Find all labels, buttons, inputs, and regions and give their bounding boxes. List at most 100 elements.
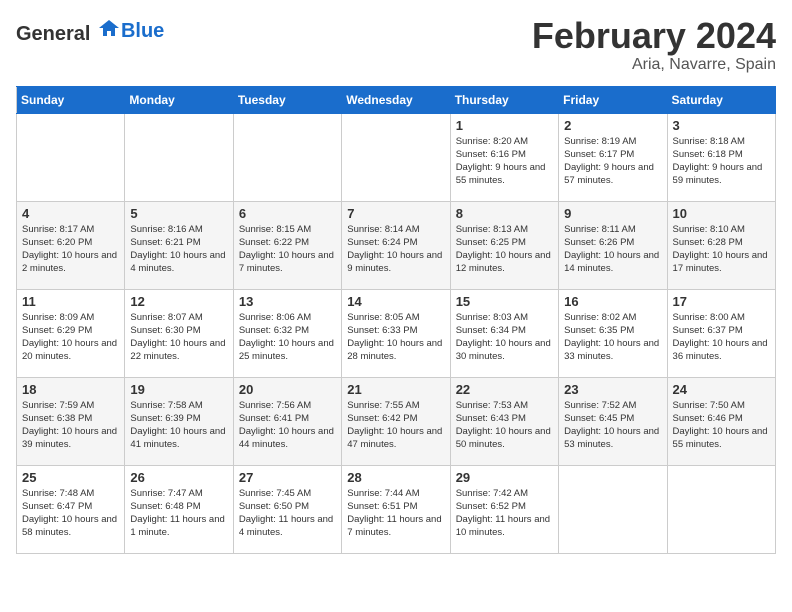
day-info: Sunrise: 8:07 AM Sunset: 6:30 PM Dayligh… xyxy=(130,311,227,364)
page-header: General Blue February 2024 Aria, Navarre… xyxy=(16,16,776,74)
day-info: Sunrise: 8:14 AM Sunset: 6:24 PM Dayligh… xyxy=(347,223,444,276)
calendar-cell: 2 Sunrise: 8:19 AM Sunset: 6:17 PM Daylig… xyxy=(559,113,667,201)
header-day-tuesday: Tuesday xyxy=(233,86,341,113)
calendar-cell: 7 Sunrise: 8:14 AM Sunset: 6:24 PM Daylig… xyxy=(342,201,450,289)
day-info: Sunrise: 8:00 AM Sunset: 6:37 PM Dayligh… xyxy=(673,311,770,364)
calendar-cell xyxy=(125,113,233,201)
calendar-cell: 19 Sunrise: 7:58 AM Sunset: 6:39 PM Dayli… xyxy=(125,377,233,465)
day-info: Sunrise: 8:11 AM Sunset: 6:26 PM Dayligh… xyxy=(564,223,661,276)
day-info: Sunrise: 8:19 AM Sunset: 6:17 PM Dayligh… xyxy=(564,135,661,188)
header-day-saturday: Saturday xyxy=(667,86,775,113)
day-info: Sunrise: 8:18 AM Sunset: 6:18 PM Dayligh… xyxy=(673,135,770,188)
day-info: Sunrise: 8:03 AM Sunset: 6:34 PM Dayligh… xyxy=(456,311,553,364)
month-year-title: February 2024 xyxy=(532,16,776,56)
day-number: 12 xyxy=(130,294,227,309)
day-info: Sunrise: 8:16 AM Sunset: 6:21 PM Dayligh… xyxy=(130,223,227,276)
day-number: 28 xyxy=(347,470,444,485)
day-number: 29 xyxy=(456,470,553,485)
day-number: 18 xyxy=(22,382,119,397)
day-number: 23 xyxy=(564,382,661,397)
location-subtitle: Aria, Navarre, Spain xyxy=(532,56,776,74)
calendar-cell: 27Sunrise: 7:45 AM Sunset: 6:50 PM Dayli… xyxy=(233,465,341,553)
day-info: Sunrise: 8:06 AM Sunset: 6:32 PM Dayligh… xyxy=(239,311,336,364)
calendar-cell: 28 Sunrise: 7:44 AM Sunset: 6:51 PM Dayli… xyxy=(342,465,450,553)
day-number: 17 xyxy=(673,294,770,309)
day-info: Sunrise: 7:53 AM Sunset: 6:43 PM Dayligh… xyxy=(456,399,553,452)
calendar-header-row: SundayMondayTuesdayWednesdayThursdayFrid… xyxy=(17,86,776,113)
calendar-cell: 11 Sunrise: 8:09 AM Sunset: 6:29 PM Dayli… xyxy=(17,289,125,377)
day-info: Sunrise: 8:13 AM Sunset: 6:25 PM Dayligh… xyxy=(456,223,553,276)
calendar-cell: 23 Sunrise: 7:52 AM Sunset: 6:45 PM Dayli… xyxy=(559,377,667,465)
calendar-table: SundayMondayTuesdayWednesdayThursdayFrid… xyxy=(16,86,776,554)
calendar-week-row: 18 Sunrise: 7:59 AM Sunset: 6:38 PM Dayli… xyxy=(17,377,776,465)
calendar-cell: 22 Sunrise: 7:53 AM Sunset: 6:43 PM Dayli… xyxy=(450,377,558,465)
day-number: 7 xyxy=(347,206,444,221)
logo-general: General xyxy=(16,23,90,45)
day-info: Sunrise: 7:44 AM Sunset: 6:51 PM Dayligh… xyxy=(347,487,444,540)
day-info: Sunrise: 7:55 AM Sunset: 6:42 PM Dayligh… xyxy=(347,399,444,452)
calendar-cell: 18 Sunrise: 7:59 AM Sunset: 6:38 PM Dayli… xyxy=(17,377,125,465)
day-number: 27 xyxy=(239,470,336,485)
day-number: 15 xyxy=(456,294,553,309)
calendar-cell: 26 Sunrise: 7:47 AM Sunset: 6:48 PM Dayli… xyxy=(125,465,233,553)
day-number: 3 xyxy=(673,118,770,133)
calendar-week-row: 1 Sunrise: 8:20 AM Sunset: 6:16 PM Daylig… xyxy=(17,113,776,201)
header-day-monday: Monday xyxy=(125,86,233,113)
header-day-wednesday: Wednesday xyxy=(342,86,450,113)
calendar-cell xyxy=(342,113,450,201)
day-number: 21 xyxy=(347,382,444,397)
logo: General Blue xyxy=(16,16,164,46)
day-number: 9 xyxy=(564,206,661,221)
day-number: 24 xyxy=(673,382,770,397)
calendar-week-row: 11 Sunrise: 8:09 AM Sunset: 6:29 PM Dayli… xyxy=(17,289,776,377)
day-number: 5 xyxy=(130,206,227,221)
day-info: Sunrise: 7:52 AM Sunset: 6:45 PM Dayligh… xyxy=(564,399,661,452)
day-info: Sunrise: 7:48 AM Sunset: 6:47 PM Dayligh… xyxy=(22,487,119,540)
logo-blue: Blue xyxy=(121,20,164,43)
calendar-cell: 15 Sunrise: 8:03 AM Sunset: 6:34 PM Dayli… xyxy=(450,289,558,377)
day-number: 4 xyxy=(22,206,119,221)
calendar-cell xyxy=(233,113,341,201)
header-day-thursday: Thursday xyxy=(450,86,558,113)
day-info: Sunrise: 8:20 AM Sunset: 6:16 PM Dayligh… xyxy=(456,135,553,188)
day-number: 14 xyxy=(347,294,444,309)
calendar-cell: 25Sunrise: 7:48 AM Sunset: 6:47 PM Dayli… xyxy=(17,465,125,553)
day-number: 8 xyxy=(456,206,553,221)
calendar-week-row: 4Sunrise: 8:17 AM Sunset: 6:20 PM Daylig… xyxy=(17,201,776,289)
calendar-cell: 10 Sunrise: 8:10 AM Sunset: 6:28 PM Dayli… xyxy=(667,201,775,289)
calendar-cell: 21 Sunrise: 7:55 AM Sunset: 6:42 PM Dayli… xyxy=(342,377,450,465)
calendar-cell: 17 Sunrise: 8:00 AM Sunset: 6:37 PM Dayli… xyxy=(667,289,775,377)
day-info: Sunrise: 8:05 AM Sunset: 6:33 PM Dayligh… xyxy=(347,311,444,364)
day-number: 6 xyxy=(239,206,336,221)
day-number: 11 xyxy=(22,294,119,309)
day-info: Sunrise: 7:59 AM Sunset: 6:38 PM Dayligh… xyxy=(22,399,119,452)
calendar-cell: 29Sunrise: 7:42 AM Sunset: 6:52 PM Dayli… xyxy=(450,465,558,553)
day-number: 16 xyxy=(564,294,661,309)
day-number: 19 xyxy=(130,382,227,397)
day-info: Sunrise: 7:47 AM Sunset: 6:48 PM Dayligh… xyxy=(130,487,227,540)
calendar-cell: 6Sunrise: 8:15 AM Sunset: 6:22 PM Daylig… xyxy=(233,201,341,289)
day-number: 22 xyxy=(456,382,553,397)
calendar-cell: 12 Sunrise: 8:07 AM Sunset: 6:30 PM Dayli… xyxy=(125,289,233,377)
calendar-cell: 3 Sunrise: 8:18 AM Sunset: 6:18 PM Daylig… xyxy=(667,113,775,201)
day-info: Sunrise: 7:50 AM Sunset: 6:46 PM Dayligh… xyxy=(673,399,770,452)
calendar-cell: 4Sunrise: 8:17 AM Sunset: 6:20 PM Daylig… xyxy=(17,201,125,289)
day-info: Sunrise: 7:58 AM Sunset: 6:39 PM Dayligh… xyxy=(130,399,227,452)
day-number: 1 xyxy=(456,118,553,133)
calendar-cell xyxy=(667,465,775,553)
header-day-sunday: Sunday xyxy=(17,86,125,113)
calendar-cell: 20Sunrise: 7:56 AM Sunset: 6:41 PM Dayli… xyxy=(233,377,341,465)
calendar-cell: 1 Sunrise: 8:20 AM Sunset: 6:16 PM Daylig… xyxy=(450,113,558,201)
day-info: Sunrise: 8:09 AM Sunset: 6:29 PM Dayligh… xyxy=(22,311,119,364)
day-info: Sunrise: 7:56 AM Sunset: 6:41 PM Dayligh… xyxy=(239,399,336,452)
header-day-friday: Friday xyxy=(559,86,667,113)
day-number: 26 xyxy=(130,470,227,485)
day-info: Sunrise: 8:10 AM Sunset: 6:28 PM Dayligh… xyxy=(673,223,770,276)
calendar-cell xyxy=(17,113,125,201)
calendar-cell: 9 Sunrise: 8:11 AM Sunset: 6:26 PM Daylig… xyxy=(559,201,667,289)
calendar-cell: 24 Sunrise: 7:50 AM Sunset: 6:46 PM Dayli… xyxy=(667,377,775,465)
day-number: 2 xyxy=(564,118,661,133)
day-number: 10 xyxy=(673,206,770,221)
calendar-cell: 16Sunrise: 8:02 AM Sunset: 6:35 PM Dayli… xyxy=(559,289,667,377)
calendar-cell: 13Sunrise: 8:06 AM Sunset: 6:32 PM Dayli… xyxy=(233,289,341,377)
